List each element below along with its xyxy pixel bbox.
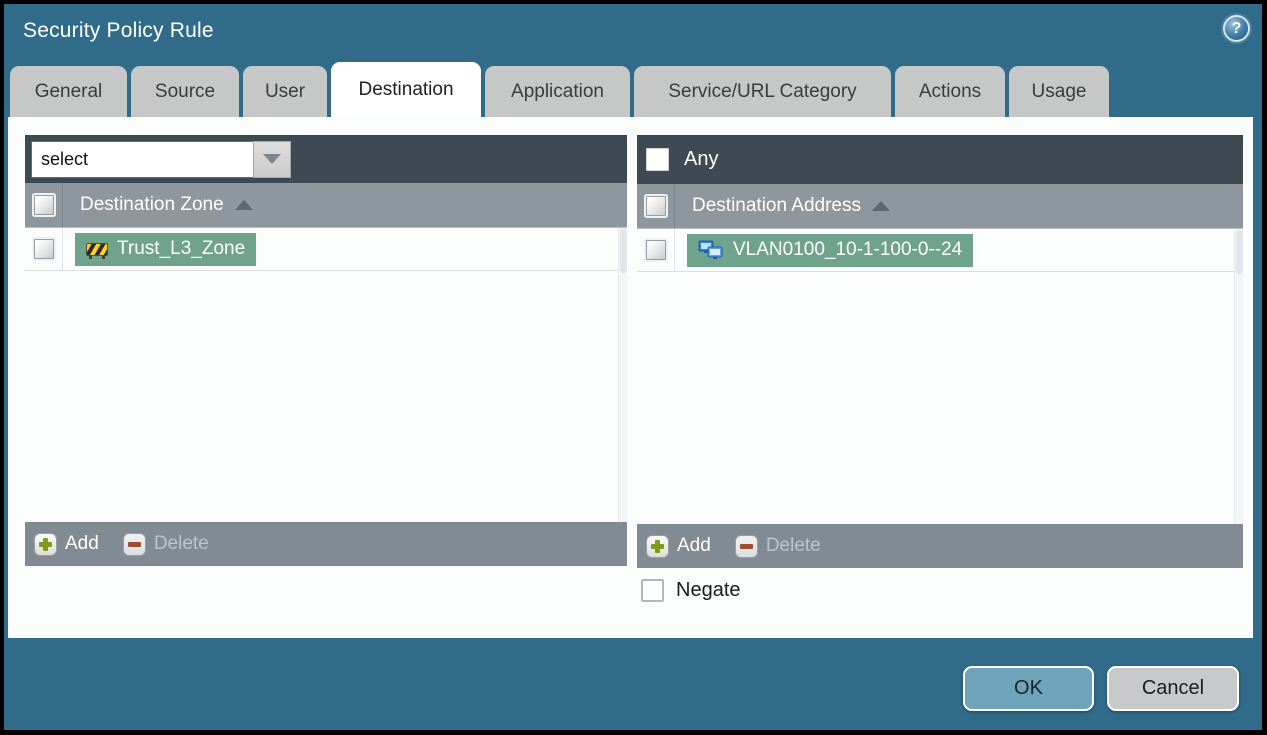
add-address-button[interactable]: Add bbox=[646, 534, 711, 558]
zone-filter-dropdown[interactable] bbox=[31, 140, 291, 178]
select-all-addresses-checkbox[interactable] bbox=[645, 196, 666, 216]
zone-row[interactable]: Trust_L3_Zone bbox=[25, 228, 627, 271]
zone-header-checkbox-cell bbox=[25, 183, 63, 227]
help-icon[interactable]: ? bbox=[1223, 15, 1250, 42]
address-chip[interactable]: VLAN0100_10-1-100-0--24 bbox=[687, 233, 974, 267]
zone-column-header-label: Destination Zone bbox=[80, 194, 224, 215]
delete-zone-button[interactable]: Delete bbox=[122, 532, 209, 556]
address-name: VLAN0100_10-1-100-0--24 bbox=[733, 239, 963, 260]
add-zone-button[interactable]: Add bbox=[34, 532, 99, 556]
zone-chip-cell: Trust_L3_Zone bbox=[63, 228, 257, 270]
zone-list-scrollbar[interactable] bbox=[618, 228, 627, 522]
security-policy-rule-dialog: Security Policy Rule ? General Source Us… bbox=[4, 4, 1262, 730]
zone-panel-footer: Add Delete bbox=[25, 522, 627, 566]
negate-label: Negate bbox=[676, 579, 741, 601]
sort-ascending-icon bbox=[234, 200, 253, 210]
zone-dropdown-button[interactable] bbox=[253, 140, 291, 178]
address-chip-cell: VLAN0100_10-1-100-0--24 bbox=[675, 229, 974, 271]
zone-panel-toolbar bbox=[25, 135, 627, 183]
address-column-header-label: Destination Address bbox=[692, 195, 861, 216]
add-icon bbox=[34, 532, 57, 556]
delete-address-label: Delete bbox=[765, 535, 821, 556]
address-header-checkbox-cell bbox=[637, 184, 675, 228]
add-icon bbox=[646, 534, 669, 558]
negate-checkbox[interactable] bbox=[641, 579, 664, 602]
tab-usage[interactable]: Usage bbox=[1009, 66, 1109, 117]
destination-address-panel: Any Destination Address VLAN0100_10-1-10… bbox=[637, 135, 1243, 568]
cancel-button[interactable]: Cancel bbox=[1107, 666, 1239, 711]
delete-address-button[interactable]: Delete bbox=[734, 534, 821, 558]
address-panel-toolbar: Any bbox=[637, 135, 1243, 184]
address-grid-header: Destination Address bbox=[637, 184, 1243, 229]
title-bar: Security Policy Rule ? bbox=[4, 4, 1262, 64]
add-address-label: Add bbox=[677, 535, 711, 556]
address-column-header[interactable]: Destination Address bbox=[675, 184, 890, 228]
tab-destination[interactable]: Destination bbox=[331, 62, 481, 117]
tab-bar: General Source User Destination Applicat… bbox=[10, 62, 1113, 117]
zone-grid-header: Destination Zone bbox=[25, 183, 627, 228]
ok-button[interactable]: OK bbox=[963, 666, 1094, 711]
destination-tab-content: Destination Zone Trust_L3_Zone bbox=[8, 117, 1253, 638]
network-address-icon bbox=[698, 240, 723, 259]
delete-icon bbox=[734, 534, 758, 558]
scrollbar-thumb[interactable] bbox=[619, 229, 627, 273]
zone-filter-input[interactable] bbox=[31, 140, 253, 178]
tab-application[interactable]: Application bbox=[485, 66, 630, 117]
dialog-title: Security Policy Rule bbox=[23, 19, 214, 42]
tab-general[interactable]: General bbox=[10, 66, 127, 117]
zone-name: Trust_L3_Zone bbox=[117, 238, 246, 259]
zone-icon bbox=[86, 243, 108, 259]
negate-checkbox-group: Negate bbox=[641, 579, 741, 602]
any-checkbox-group: Any bbox=[643, 148, 718, 171]
zone-list: Trust_L3_Zone bbox=[25, 228, 627, 522]
zone-row-checkbox[interactable] bbox=[33, 239, 54, 259]
delete-icon bbox=[122, 532, 146, 556]
destination-zone-panel: Destination Zone Trust_L3_Zone bbox=[25, 135, 627, 566]
any-checkbox[interactable] bbox=[646, 148, 669, 171]
tab-service-url-category[interactable]: Service/URL Category bbox=[634, 66, 891, 117]
zone-chip[interactable]: Trust_L3_Zone bbox=[75, 232, 257, 266]
chevron-down-icon bbox=[263, 154, 281, 164]
tab-source[interactable]: Source bbox=[131, 66, 239, 117]
tab-actions[interactable]: Actions bbox=[895, 66, 1005, 117]
any-label: Any bbox=[684, 148, 719, 170]
zone-column-header[interactable]: Destination Zone bbox=[63, 183, 253, 227]
address-row-checkbox[interactable] bbox=[645, 240, 666, 260]
address-row[interactable]: VLAN0100_10-1-100-0--24 bbox=[637, 229, 1243, 272]
scrollbar-thumb[interactable] bbox=[1235, 230, 1243, 274]
address-list-scrollbar[interactable] bbox=[1234, 229, 1243, 524]
address-row-checkbox-cell bbox=[637, 229, 675, 271]
tab-user[interactable]: User bbox=[243, 66, 327, 117]
zone-row-checkbox-cell bbox=[25, 228, 63, 270]
select-all-zones-checkbox[interactable] bbox=[33, 195, 54, 215]
address-list: VLAN0100_10-1-100-0--24 bbox=[637, 229, 1243, 524]
add-zone-label: Add bbox=[65, 533, 99, 554]
delete-zone-label: Delete bbox=[153, 533, 209, 554]
address-panel-footer: Add Delete bbox=[637, 524, 1243, 568]
sort-ascending-icon bbox=[872, 201, 890, 211]
